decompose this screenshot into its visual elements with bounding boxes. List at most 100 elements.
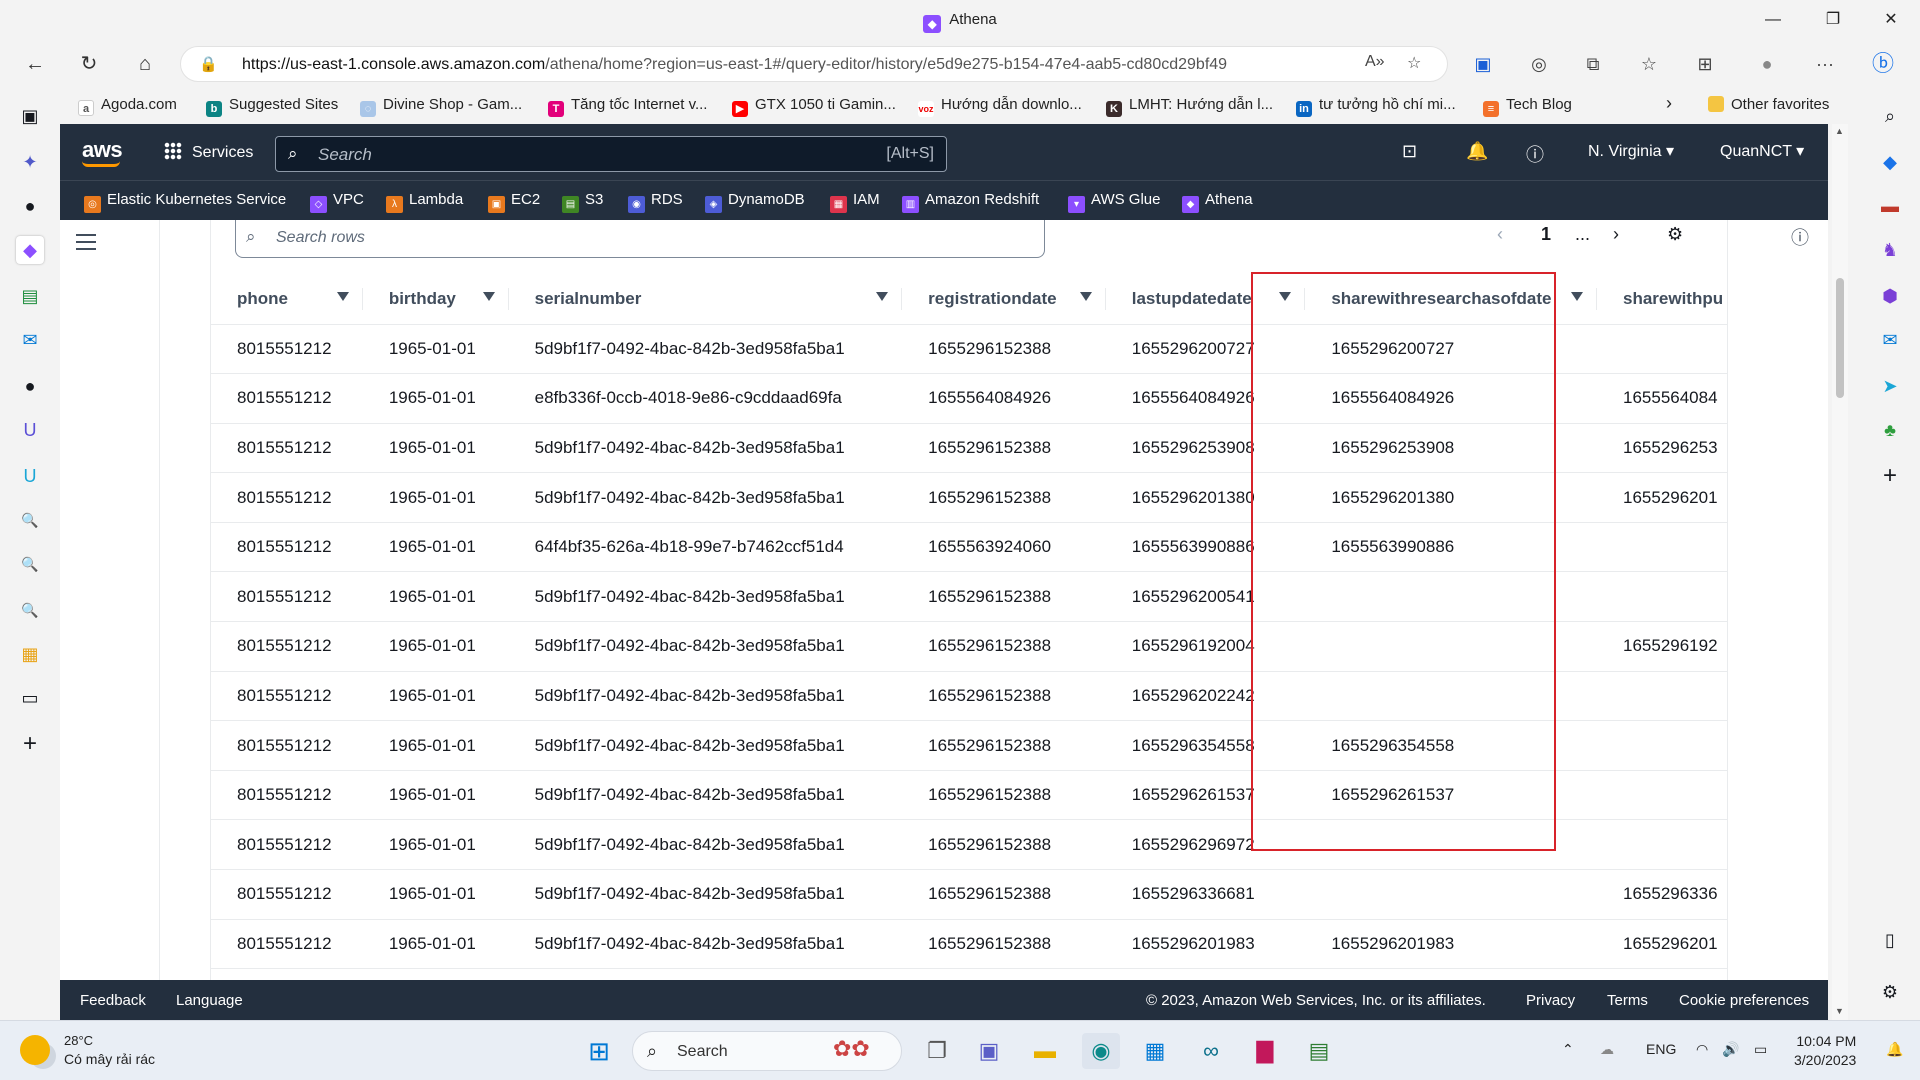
tree-icon[interactable]: ♣ (1876, 416, 1904, 444)
table-row[interactable]: 8015551212 1965-01-01 5d9bf1f7-0492-4bac-8… (211, 324, 1727, 375)
search-rows-input[interactable]: ⌕ Search rows (235, 220, 1045, 258)
extension-icon[interactable]: ◎ (1524, 50, 1554, 78)
terms-link[interactable]: Terms (1607, 992, 1648, 1009)
sort-caret-icon[interactable] (1279, 292, 1292, 301)
jetbrains-icon[interactable]: ▇ (1246, 1033, 1284, 1069)
favorite-tech-blog[interactable]: ≡ Tech Blog (1483, 96, 1572, 117)
favorite-tu-tuong[interactable]: in tư tưởng hồ chí mi... (1296, 96, 1456, 117)
chevron-right-icon[interactable]: › (1666, 93, 1672, 114)
teams-chat-icon[interactable]: ▣ (970, 1033, 1008, 1069)
table-row[interactable]: 8015551212 1965-01-01 5d9bf1f7-0492-4bac-8… (211, 621, 1727, 672)
profile-avatar-icon[interactable]: ● (1752, 50, 1782, 78)
outlook-sidebar-icon[interactable]: ✉ (1876, 326, 1904, 354)
udemy-icon-2[interactable]: U (16, 462, 44, 490)
table-row[interactable]: 8015551212 1965-01-01 5d9bf1f7-0492-4bac-8… (211, 770, 1727, 821)
search-icon[interactable]: 🔍 (16, 506, 44, 534)
cookie-preferences-link[interactable]: Cookie preferences (1679, 992, 1809, 1009)
minimize-button[interactable]: — (1750, 6, 1796, 34)
refresh-icon[interactable]: ↻ (72, 48, 106, 80)
table-row[interactable]: 8015551212 1965-01-01 5d9bf1f7-0492-4bac-8… (211, 671, 1727, 722)
column-header-phone[interactable]: phone (211, 274, 363, 325)
table-row[interactable]: 8015551212 1965-01-01 5d9bf1f7-0492-4bac-8… (211, 720, 1727, 771)
infinity-app-icon[interactable]: ∞ (1192, 1033, 1230, 1069)
favorite-other-favorites[interactable]: Other favorites (1708, 96, 1829, 113)
task-view-icon[interactable]: ❐ (918, 1033, 956, 1069)
sort-caret-icon[interactable] (1079, 292, 1092, 301)
shopping-tag-icon[interactable]: ◆ (1876, 148, 1904, 176)
start-windows-icon[interactable]: ⊞ (580, 1033, 618, 1069)
outlook-icon[interactable]: ✉ (16, 326, 44, 354)
table-row[interactable]: 8015551212 1965-01-01 5d9bf1f7-0492-4bac-8… (211, 571, 1727, 623)
add-sidebar-icon[interactable]: + (1876, 462, 1904, 490)
previous-page-icon[interactable]: ‹ (1497, 224, 1503, 245)
feedback-link[interactable]: Feedback (80, 992, 146, 1009)
column-header-birthday[interactable]: birthday (362, 274, 509, 325)
back-icon[interactable]: ← (18, 48, 52, 80)
show-hidden-icons-icon[interactable]: ⌃ (1562, 1041, 1574, 1058)
favorite-agoda[interactable]: a Agoda.com (78, 96, 177, 116)
telegram-icon[interactable]: ➤ (1876, 372, 1904, 400)
box-icon[interactable]: ▦ (16, 640, 44, 668)
store-icon[interactable]: ▦ (1136, 1033, 1174, 1069)
restore-button[interactable]: ❐ (1810, 6, 1856, 34)
search-sidebar-icon[interactable]: ⌕ (1876, 102, 1904, 130)
table-row[interactable]: 8015551212 1965-01-01 5d9bf1f7-0492-4bac-8… (211, 472, 1727, 523)
vertical-scroll-thumb[interactable] (1836, 278, 1844, 398)
settings-gear-icon[interactable]: ⚙ (1876, 978, 1904, 1006)
next-page-icon[interactable]: › (1613, 224, 1619, 245)
service-eks[interactable]: ◎ Elastic Kubernetes Service (84, 191, 286, 213)
favorites-icon[interactable]: ☆ (1634, 50, 1664, 78)
edge-browser-icon[interactable]: ◉ (1082, 1033, 1120, 1069)
service-dynamodb[interactable]: ◈ DynamoDB (705, 191, 805, 213)
service-rds[interactable]: ◉ RDS (628, 191, 683, 213)
battery-icon[interactable]: ▭ (1754, 1041, 1767, 1058)
service-glue[interactable]: ▾ AWS Glue (1068, 191, 1160, 213)
service-s3[interactable]: ▤ S3 (562, 191, 603, 213)
service-ec2[interactable]: ▣ EC2 (488, 191, 540, 213)
favorite-lmht[interactable]: K LMHT: Hướng dẫn l... (1106, 96, 1273, 117)
column-header-sharewithpu[interactable]: sharewithpu (1597, 274, 1727, 325)
info-icon[interactable]: ⓘ (1791, 224, 1809, 250)
service-athena[interactable]: ◆ Athena (1182, 191, 1253, 213)
translate-extension-icon[interactable]: ▣ (1468, 50, 1498, 78)
table-row[interactable]: 8015551212 1965-01-01 5d9bf1f7-0492-4bac-8… (211, 869, 1727, 920)
service-redshift[interactable]: ▥ Amazon Redshift (902, 191, 1039, 213)
service-vpc[interactable]: ◇ VPC (310, 191, 364, 213)
sort-caret-icon[interactable] (482, 292, 495, 301)
table-row[interactable]: 8015551212 1965-01-01 5d9bf1f7-0492-4bac-8… (211, 919, 1727, 970)
table-row[interactable]: 8015551212 1965-01-01 64f4bf35-626a-4b18-9… (211, 522, 1727, 573)
github-icon-2[interactable]: ● (16, 372, 44, 400)
search-icon-2[interactable]: 🔍 (16, 550, 44, 578)
region-selector[interactable]: N. Virginia ▾ (1588, 141, 1674, 161)
athena-tab-icon[interactable]: ◆ (16, 236, 44, 264)
language-indicator[interactable]: ENG (1646, 1041, 1676, 1057)
favorite-gtx[interactable]: ▶ GTX 1050 ti Gamin... (732, 96, 896, 117)
account-menu[interactable]: QuanNCT ▾ (1720, 141, 1804, 161)
onedrive-cloud-icon[interactable]: ☁ (1600, 1041, 1614, 1058)
tab-actions-icon[interactable]: ▣ (16, 102, 44, 130)
column-header-lastupdatedate[interactable]: lastupdatedate (1105, 274, 1306, 325)
notification-bell-icon[interactable]: 🔔 (1886, 1041, 1903, 1058)
games-icon[interactable]: ♞ (1876, 236, 1904, 264)
udemy-icon[interactable]: U (16, 416, 44, 444)
home-icon[interactable]: ⌂ (128, 48, 162, 80)
close-button[interactable]: ✕ (1868, 6, 1914, 34)
table-row[interactable]: 8015551212 1965-01-01 5d9bf1f7-0492-4bac-8… (211, 819, 1727, 871)
page-vertical-scrollbar[interactable]: ▲ ▼ (1832, 124, 1848, 1020)
service-lambda[interactable]: λ Lambda (386, 191, 463, 213)
favorite-huong-dan[interactable]: voz Hướng dẫn downlo... (918, 96, 1082, 117)
language-link[interactable]: Language (176, 992, 243, 1009)
aws-logo[interactable]: aws (82, 137, 123, 167)
favorite-divine-shop[interactable]: ◌ Divine Shop - Gam... (360, 96, 522, 117)
sidebar-layout-icon[interactable]: ▯ (1876, 926, 1904, 954)
tools-icon[interactable]: ▬ (1876, 192, 1904, 220)
favorite-star-icon[interactable]: ☆ (1407, 53, 1421, 73)
sort-caret-icon[interactable] (1571, 292, 1583, 301)
search-icon-3[interactable]: 🔍 (16, 596, 44, 624)
privacy-link[interactable]: Privacy (1526, 992, 1575, 1009)
file-explorer-icon[interactable]: ▬ (1026, 1033, 1064, 1069)
github-icon[interactable]: ● (16, 192, 44, 220)
service-iam[interactable]: ▦ IAM (830, 191, 880, 213)
scroll-down-icon[interactable]: ▼ (1835, 1006, 1844, 1016)
menu-hamburger-icon[interactable] (76, 234, 96, 250)
